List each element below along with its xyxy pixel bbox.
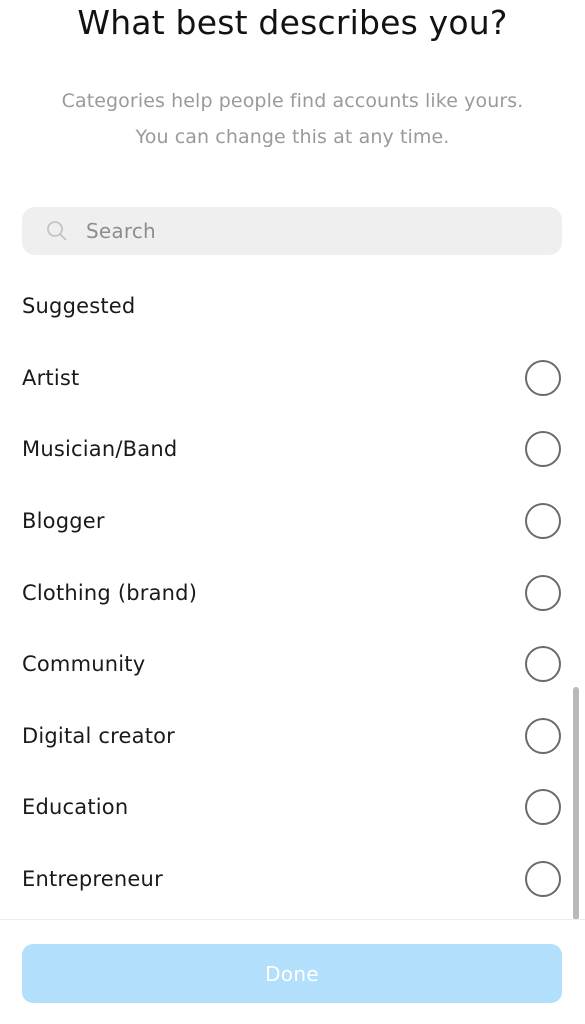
page-subtitle-line-1: Categories help people find accounts lik… — [61, 90, 524, 113]
radio-button[interactable] — [525, 717, 561, 754]
list-item[interactable]: Entrepreneur — [0, 843, 585, 912]
list-item-label: Blogger — [22, 508, 105, 533]
scrollbar-thumb[interactable] — [573, 687, 579, 920]
footer-divider — [0, 919, 585, 920]
category-picker-screen: What best describes you? Categories help… — [0, 0, 585, 1024]
scrollbar-track[interactable] — [573, 342, 582, 920]
search-bar[interactable] — [22, 207, 562, 255]
search-input[interactable] — [86, 219, 506, 243]
page-title: What best describes you? — [77, 3, 508, 42]
category-list[interactable]: Artist Musician/Band Blogger Clothing (bran… — [0, 342, 585, 912]
list-item-label: Community — [22, 652, 146, 677]
radio-button[interactable] — [525, 860, 561, 897]
section-heading-suggested: Suggested — [22, 294, 136, 318]
list-item[interactable]: Musician/Band — [0, 414, 585, 486]
list-item[interactable]: Blogger — [0, 485, 585, 557]
search-icon — [47, 221, 67, 241]
header: What best describes you? Categories help… — [0, 0, 585, 155]
list-item-label: Artist — [22, 365, 80, 390]
list-item-label: Digital creator — [22, 723, 176, 748]
done-button[interactable]: Done — [22, 944, 562, 1003]
list-item[interactable]: Artist — [0, 342, 585, 414]
radio-button[interactable] — [525, 502, 561, 539]
radio-button[interactable] — [525, 789, 561, 826]
page-subtitle: Categories help people find accounts lik… — [0, 41, 585, 155]
page-subtitle-line-2: You can change this at any time. — [135, 126, 450, 149]
radio-button[interactable] — [525, 574, 561, 611]
list-item[interactable]: Clothing (brand) — [0, 557, 585, 629]
radio-button[interactable] — [525, 646, 561, 683]
list-item-label: Entrepreneur — [22, 866, 163, 891]
list-item-label: Education — [22, 795, 129, 820]
list-item-label: Clothing (brand) — [22, 580, 198, 605]
list-item[interactable]: Community — [0, 628, 585, 700]
list-item[interactable]: Digital creator — [0, 700, 585, 772]
radio-button[interactable] — [525, 359, 561, 396]
list-item[interactable]: Education — [0, 772, 585, 844]
radio-button[interactable] — [525, 431, 561, 468]
list-item-label: Musician/Band — [22, 437, 178, 462]
